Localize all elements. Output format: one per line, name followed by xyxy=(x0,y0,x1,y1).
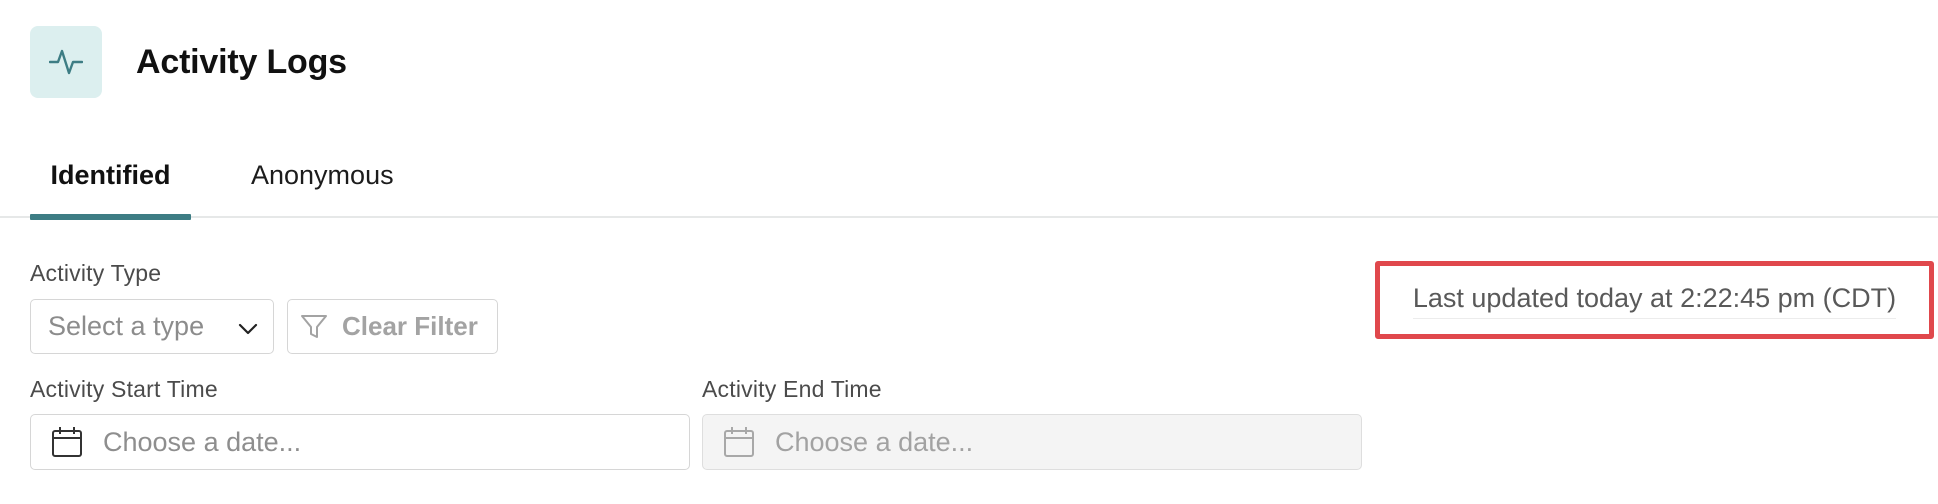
activity-start-date-picker[interactable] xyxy=(30,414,690,470)
calendar-icon xyxy=(51,426,83,458)
tab-bar: Identified Anonymous xyxy=(0,148,1938,220)
activity-type-select-value: Select a type xyxy=(48,311,205,341)
activity-start-date-input[interactable] xyxy=(103,426,623,458)
last-updated-highlight: Last updated today at 2:22:45 pm (CDT) xyxy=(1375,261,1934,339)
page-title: Activity Logs xyxy=(136,42,347,81)
activity-type-select[interactable]: Select a type xyxy=(30,299,274,354)
activity-end-date-input[interactable] xyxy=(775,426,1295,458)
clear-filter-label: Clear Filter xyxy=(342,311,478,341)
clear-filter-button[interactable]: Clear Filter xyxy=(287,299,498,354)
activity-pulse-icon xyxy=(30,26,102,98)
last-updated-status: Last updated today at 2:22:45 pm (CDT) xyxy=(1412,281,1897,319)
activity-start-time-label: Activity Start Time xyxy=(30,376,218,402)
activity-end-time-label: Activity End Time xyxy=(702,376,882,402)
activity-type-label: Activity Type xyxy=(30,260,162,286)
activity-end-date-picker[interactable] xyxy=(702,414,1362,470)
calendar-icon xyxy=(723,426,755,458)
tab-identified[interactable]: Identified xyxy=(30,160,191,220)
chevron-down-icon xyxy=(237,316,259,347)
page-header: Activity Logs xyxy=(30,26,347,98)
filter-icon xyxy=(300,313,328,341)
tab-anonymous[interactable]: Anonymous xyxy=(251,160,394,218)
